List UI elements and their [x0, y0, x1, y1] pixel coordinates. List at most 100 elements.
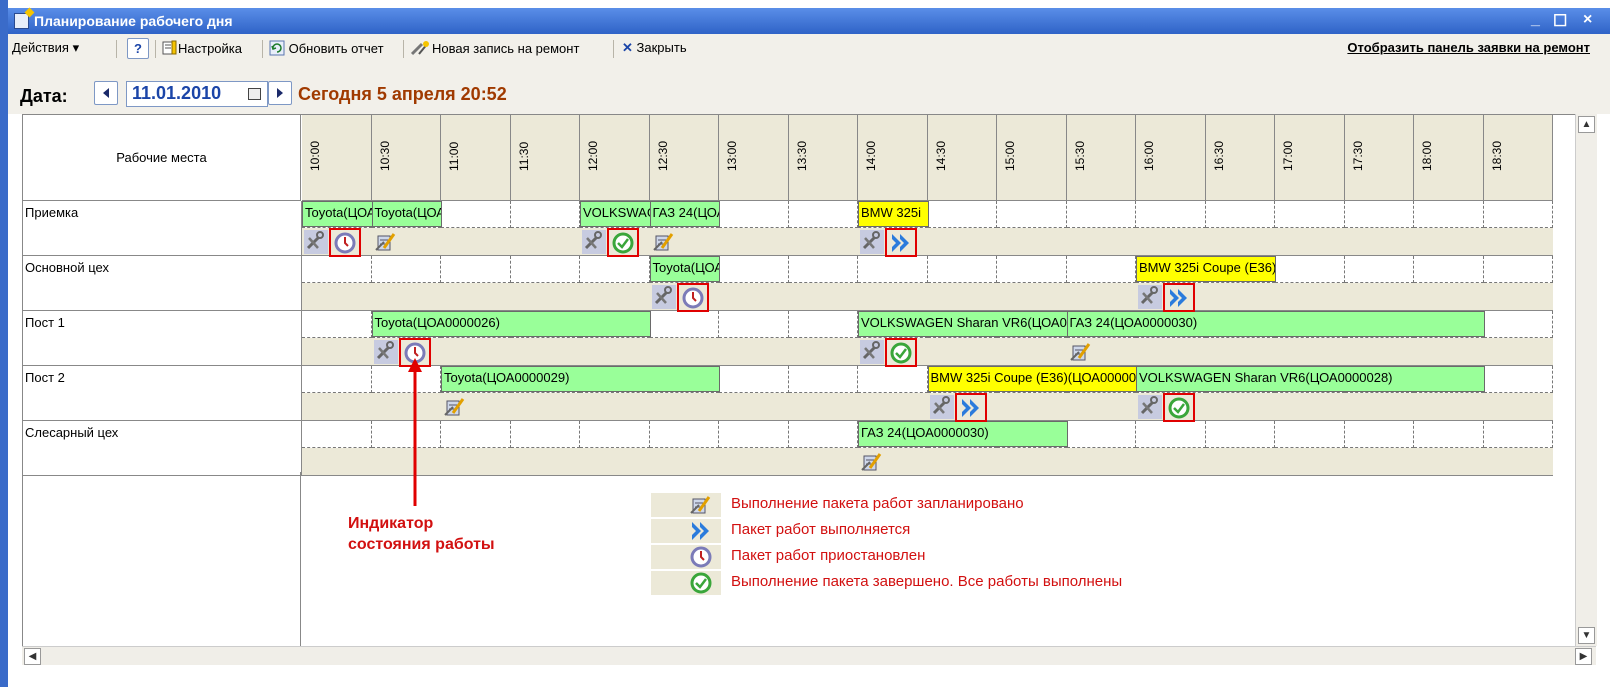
schedule-slot[interactable] — [1414, 201, 1484, 228]
horizontal-scrollbar[interactable]: ◀ ▶ — [22, 646, 1596, 665]
repair-bar[interactable]: BMW 325i Coupe (E36)(ЦОА0000027) — [927, 366, 1137, 392]
schedule-slot[interactable] — [1136, 421, 1206, 448]
repair-bar[interactable]: ГАЗ 24(ЦОА0000030) — [858, 421, 1068, 447]
schedule-slot[interactable] — [302, 366, 372, 393]
schedule-slot[interactable] — [719, 201, 789, 228]
repair-bar[interactable]: VOLKSWAGEN Sharan VR6(ЦОА0000028) — [858, 311, 1068, 337]
schedule-slot[interactable] — [580, 256, 650, 283]
time-label: 12:30 — [655, 140, 670, 171]
repair-bar[interactable]: ГАЗ 24(ЦОА0000030) — [1066, 311, 1485, 337]
schedule-slot[interactable] — [858, 256, 928, 283]
schedule-slot[interactable] — [302, 256, 372, 283]
schedule-slot[interactable] — [719, 366, 789, 393]
schedule-slot[interactable] — [997, 201, 1067, 228]
schedule-slot[interactable] — [719, 311, 789, 338]
schedule-slot[interactable] — [441, 201, 511, 228]
repair-bar[interactable]: VOLKSWAGEN Sharan VR6(ЦОА0000028) — [1136, 366, 1485, 392]
schedule-slot[interactable] — [858, 366, 928, 393]
schedule-slot[interactable] — [788, 366, 858, 393]
schedule-slot[interactable] — [302, 421, 372, 448]
scroll-left-icon[interactable]: ◀ — [24, 648, 41, 665]
close-button[interactable]: ✕ Закрыть — [622, 40, 687, 56]
schedule-slot[interactable] — [441, 256, 511, 283]
legend-icon-box — [651, 493, 721, 517]
schedule-slot[interactable] — [510, 201, 580, 228]
schedule-slot[interactable] — [1414, 256, 1484, 283]
schedule-slot[interactable] — [927, 201, 997, 228]
status-indicator[interactable] — [954, 393, 987, 422]
repair-bar[interactable]: Toyota(ЦОА0000029) — [371, 201, 442, 227]
schedule-slot[interactable] — [788, 421, 858, 448]
schedule-slot[interactable] — [1344, 201, 1414, 228]
new-repair-button[interactable]: Новая запись на ремонт — [410, 40, 579, 56]
actions-menu[interactable]: Действия ▾ — [12, 40, 79, 56]
schedule-slot[interactable] — [1205, 421, 1275, 448]
schedule-slot[interactable] — [1275, 201, 1345, 228]
schedule-slot[interactable] — [1483, 421, 1553, 448]
maximize-button[interactable]: ☐ — [1553, 11, 1567, 31]
settings-icon — [162, 40, 177, 55]
status-indicator[interactable] — [885, 228, 917, 257]
schedule-slot[interactable] — [1136, 201, 1206, 228]
close-window-button[interactable]: × — [1583, 11, 1592, 29]
repair-bar[interactable]: ГАЗ 24(ЦОА0000030) — [649, 201, 720, 227]
schedule-slot[interactable] — [510, 256, 580, 283]
schedule-slot[interactable] — [719, 256, 789, 283]
repair-bar[interactable]: Toyota(ЦОА0000026) — [649, 256, 720, 282]
schedule-slot[interactable] — [1066, 421, 1136, 448]
schedule-slot[interactable] — [1205, 201, 1275, 228]
schedule-slot[interactable] — [371, 256, 441, 283]
repair-bar[interactable]: BMW 325i — [858, 201, 929, 227]
schedule-slot[interactable] — [788, 256, 858, 283]
scroll-up-icon[interactable]: ▲ — [1578, 116, 1595, 133]
repair-bar[interactable]: VOLKSWAGEN Sharan VR6(ЦОА0000028) — [580, 201, 651, 227]
schedule-slot[interactable] — [1066, 201, 1136, 228]
show-repair-panel-link[interactable]: Отобразить панель заявки на ремонт — [1347, 40, 1590, 55]
scroll-down-icon[interactable]: ▼ — [1578, 627, 1595, 644]
schedule-slot[interactable] — [1344, 256, 1414, 283]
schedule-slot[interactable] — [1483, 311, 1553, 338]
status-indicator[interactable] — [329, 228, 361, 257]
schedule-slot[interactable] — [580, 421, 650, 448]
schedule-slot[interactable] — [1483, 256, 1553, 283]
status-indicator[interactable] — [607, 228, 639, 257]
schedule-slot[interactable] — [788, 311, 858, 338]
status-indicator[interactable] — [676, 283, 709, 312]
next-date-button[interactable] — [268, 81, 292, 105]
repair-bar[interactable]: Toyota(ЦОА0000029) — [441, 366, 720, 392]
vertical-scrollbar[interactable]: ▲ ▼ — [1575, 114, 1597, 646]
repair-bar[interactable]: BMW 325i Coupe (E36)(ЦОА0000027) — [1136, 256, 1276, 282]
schedule-slot[interactable] — [649, 311, 719, 338]
settings-button[interactable]: Настройка — [162, 40, 242, 56]
status-indicator[interactable] — [1163, 393, 1195, 422]
schedule-slot[interactable] — [1483, 201, 1553, 228]
check-done-icon — [1167, 396, 1191, 420]
schedule-slot[interactable] — [1414, 421, 1484, 448]
schedule-slot[interactable] — [1275, 421, 1345, 448]
schedule-slot[interactable] — [788, 201, 858, 228]
time-column-header: 18:00 — [1414, 115, 1484, 201]
calendar-icon[interactable] — [248, 88, 261, 100]
schedule-slot[interactable] — [997, 256, 1067, 283]
prev-date-button[interactable] — [94, 81, 118, 105]
time-label: 15:00 — [1003, 140, 1017, 171]
schedule-slot[interactable] — [1483, 366, 1553, 393]
schedule-slot[interactable] — [649, 421, 719, 448]
status-indicator[interactable] — [1163, 283, 1195, 312]
date-field[interactable]: 11.01.2010 — [126, 81, 268, 107]
minimize-button[interactable]: _ — [1531, 11, 1540, 29]
schedule-slot[interactable] — [927, 256, 997, 283]
schedule-slot[interactable] — [302, 311, 372, 338]
scroll-right-icon[interactable]: ▶ — [1575, 648, 1592, 665]
schedule-slot[interactable] — [1275, 256, 1345, 283]
refresh-report-button[interactable]: Обновить отчет — [269, 40, 384, 56]
repair-bar[interactable]: Toyota(ЦОА0000026) — [302, 201, 373, 227]
schedule-slot[interactable] — [719, 421, 789, 448]
help-button[interactable]: ? — [127, 38, 149, 59]
schedule-slot[interactable] — [441, 421, 511, 448]
schedule-slot[interactable] — [1344, 421, 1414, 448]
status-indicator[interactable] — [885, 338, 917, 367]
repair-bar[interactable]: Toyota(ЦОА0000026) — [371, 311, 651, 337]
schedule-slot[interactable] — [1066, 256, 1136, 283]
schedule-slot[interactable] — [510, 421, 580, 448]
